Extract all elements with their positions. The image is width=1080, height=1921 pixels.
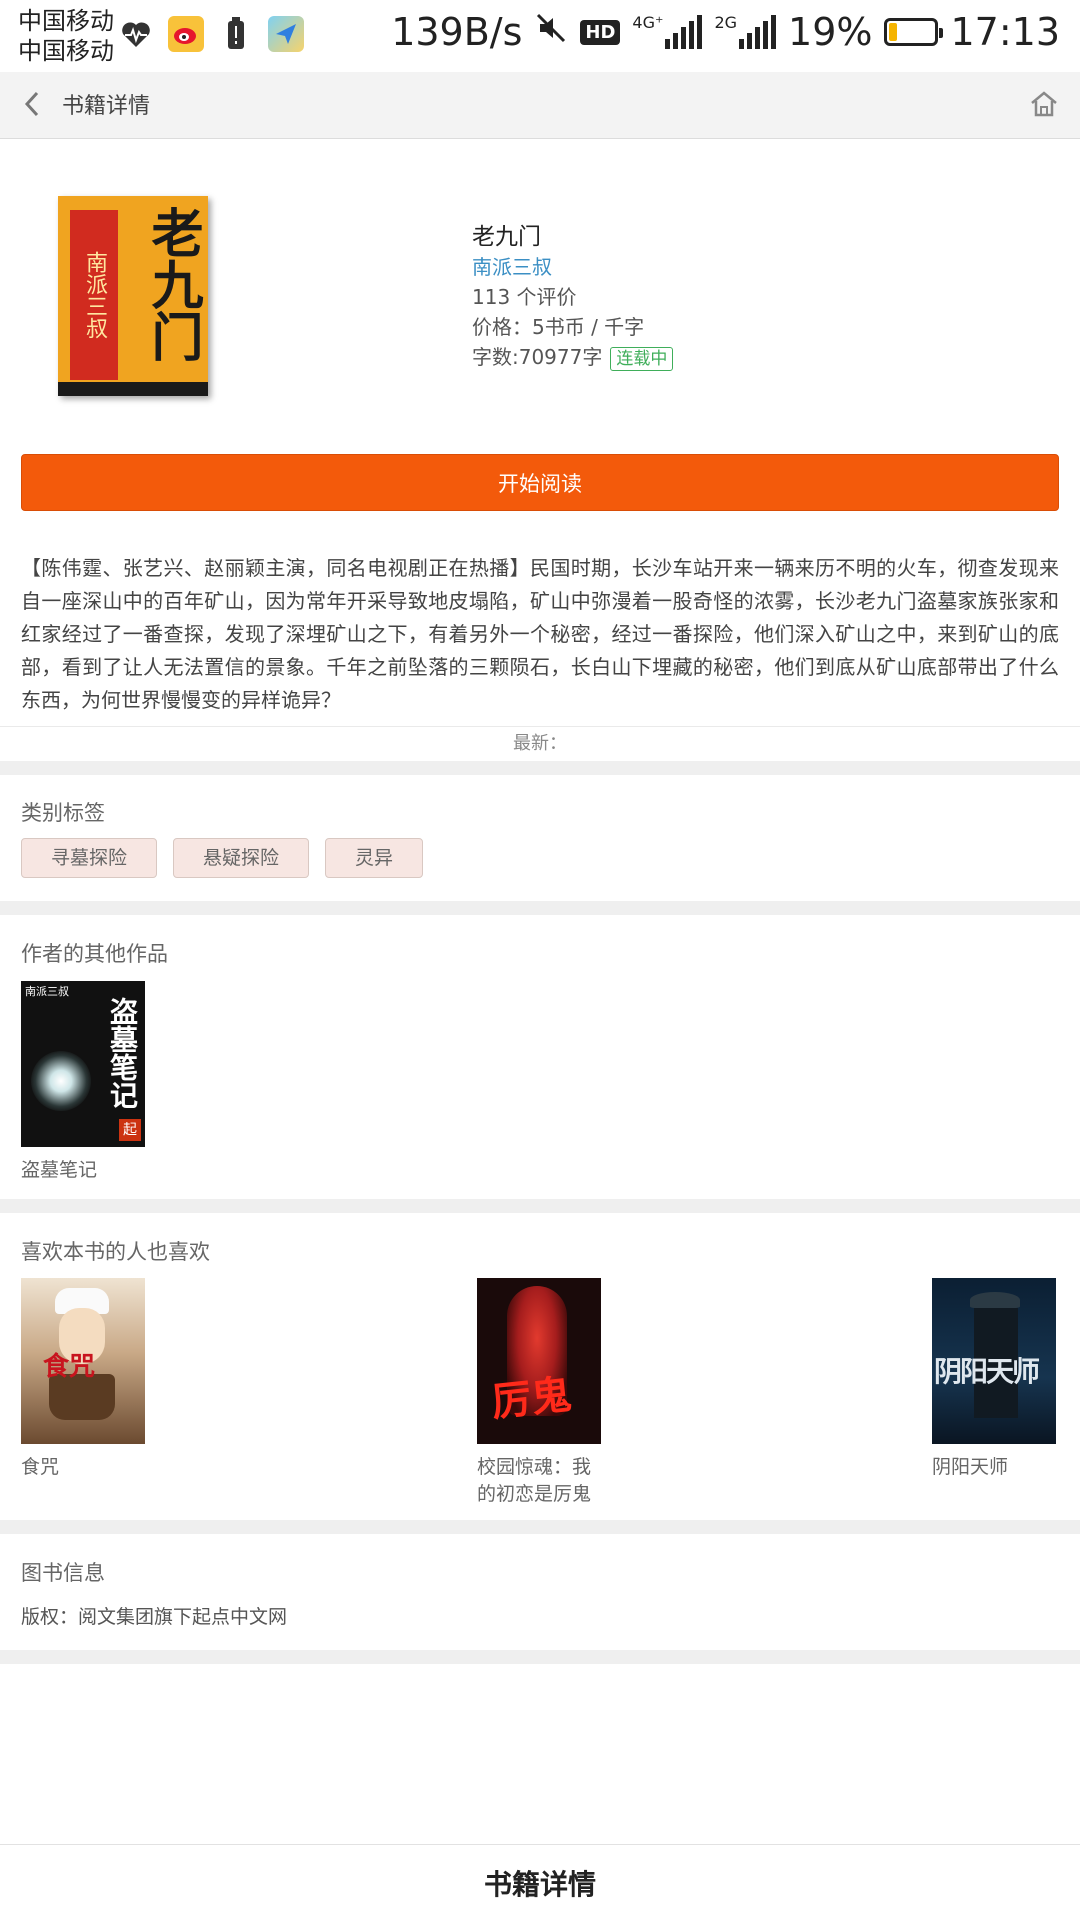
nav-title: 书籍详情 — [62, 94, 151, 119]
recommended-book[interactable]: 食咒 食咒 — [21, 1278, 147, 1481]
book-cover[interactable]: 食咒 — [21, 1278, 145, 1444]
cover-small-text: 南派三叔 — [25, 985, 69, 998]
book-cover[interactable]: 阴阳天师 — [932, 1278, 1056, 1444]
carrier-2: 中国移动 — [18, 37, 114, 65]
carrier-1: 中国移动 — [18, 7, 114, 35]
notification-icons — [118, 16, 304, 52]
cover-light — [31, 1051, 91, 1111]
book-name[interactable]: 食咒 — [21, 1454, 147, 1481]
net-2g-label: 2G — [714, 13, 738, 32]
cover-decoration — [58, 382, 208, 396]
book-reviews[interactable]: 113 个评价 — [472, 282, 673, 312]
cover-mark: 起 — [119, 1119, 141, 1141]
net-speed: 139B/s — [391, 10, 523, 54]
section-divider — [0, 761, 1080, 775]
recommended-book[interactable]: 阴阳天师 阴阳天师 — [932, 1278, 1058, 1481]
status-badge: 连载中 — [610, 346, 674, 371]
battery-alert-icon — [218, 16, 254, 52]
cover-side-text: 南派三叔 — [70, 210, 118, 380]
cover-art — [970, 1292, 1020, 1308]
bottom-bar-title: 书籍详情 — [0, 1844, 1080, 1921]
signal-bars-icon — [665, 15, 703, 49]
category-tag[interactable]: 寻墓探险 — [21, 838, 158, 878]
book-word-count: 字数:70977字 — [472, 345, 603, 369]
section-divider — [0, 1650, 1080, 1664]
book-description: 【陈伟霆、张艺兴、赵丽颖主演，同名电视剧正在热播】民国时期，长沙车站开来一辆来历… — [21, 556, 1059, 712]
book-title: 老九门 — [472, 224, 541, 250]
category-tag[interactable]: 灵异 — [325, 838, 424, 878]
weibo-icon — [168, 16, 204, 52]
recommended-book[interactable]: 厉鬼 校园惊魂：我的初恋是厉鬼 — [477, 1278, 603, 1508]
signal-2g: 2G — [714, 13, 777, 49]
book-copyright: 版权：阅文集团旗下起点中文网 — [21, 1606, 288, 1628]
battery-fill — [889, 23, 898, 41]
book-price: 价格：5书币 / 千字 — [472, 315, 645, 339]
battery-icon — [884, 18, 944, 46]
clock: 17:13 — [950, 10, 1060, 54]
book-name[interactable]: 校园惊魂：我的初恋是厉鬼 — [477, 1454, 603, 1508]
book-word-count-row: 字数:70977字 连载中 — [472, 342, 674, 372]
heart-rate-icon — [118, 16, 154, 52]
category-tag[interactable]: 悬疑探险 — [173, 838, 310, 878]
battery-percent: 19% — [788, 10, 873, 54]
book-info-title: 图书信息 — [21, 1561, 105, 1585]
map-app-icon — [268, 16, 304, 52]
cover-title-text: 老九门 — [142, 206, 203, 362]
latest-chapter[interactable]: 最新： — [0, 726, 1080, 761]
cover-title-text: 食咒 — [43, 1352, 96, 1382]
section-divider — [0, 1520, 1080, 1534]
categories-title: 类别标签 — [21, 801, 105, 825]
nav-bar: 书籍详情 — [0, 72, 1080, 139]
other-work-item[interactable]: 南派三叔 盗墓笔记 起 盗墓笔记 — [21, 981, 147, 1184]
book-name[interactable]: 阴阳天师 — [932, 1454, 1058, 1481]
book-cover[interactable]: 厉鬼 — [477, 1278, 601, 1444]
section-divider — [0, 1199, 1080, 1213]
signal-bars-icon — [739, 15, 777, 49]
cover-title-text: 厉鬼 — [489, 1370, 574, 1427]
book-cover: 南派三叔 老九门 — [58, 196, 208, 396]
chevron-left-icon[interactable] — [14, 86, 50, 122]
section-divider — [0, 901, 1080, 915]
home-icon[interactable] — [1026, 86, 1062, 122]
signal-4g: 4G⁺ — [632, 13, 703, 49]
book-info: 老九门 南派三叔 113 个评价 价格：5书币 / 千字 字数:70977字 连载… — [472, 222, 674, 372]
book-name[interactable]: 盗墓笔记 — [21, 1157, 147, 1184]
category-tags: 寻墓探险 悬疑探险 灵异 — [21, 838, 424, 878]
other-works-title: 作者的其他作品 — [21, 942, 168, 966]
carrier-info: 中国移动 中国移动 — [18, 6, 114, 66]
hd-badge: HD — [580, 19, 621, 45]
book-author-link[interactable]: 南派三叔 — [472, 252, 673, 282]
net-4g-label: 4G⁺ — [632, 13, 664, 32]
mute-icon — [534, 10, 568, 54]
status-bar: 中国移动 中国移动 139B/s HD 4G⁺ 2G 19% 17:13 — [0, 0, 1080, 72]
cover-title-text: 盗墓笔记 — [106, 997, 139, 1109]
also-like-title: 喜欢本书的人也喜欢 — [21, 1240, 210, 1264]
cover-title-text: 阴阳天师 — [934, 1355, 1040, 1388]
status-right: 139B/s HD 4G⁺ 2G 19% 17:13 — [391, 10, 1060, 54]
book-cover[interactable]: 南派三叔 盗墓笔记 起 — [21, 981, 145, 1147]
start-reading-button[interactable]: 开始阅读 — [21, 454, 1059, 511]
